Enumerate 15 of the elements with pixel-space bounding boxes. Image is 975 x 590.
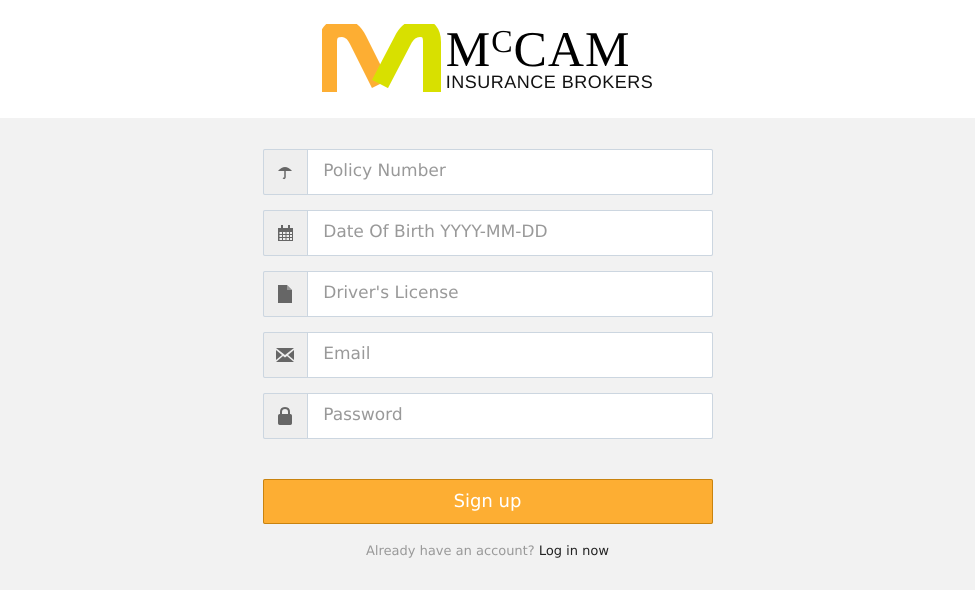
input-field[interactable]: Driver's License xyxy=(307,271,712,317)
login-link[interactable]: Log in now xyxy=(538,544,609,559)
calendar-icon xyxy=(276,224,294,242)
envelope-icon xyxy=(276,348,294,362)
input-field[interactable]: Date Of Birth YYYY-MM-DD xyxy=(307,210,712,256)
input-field[interactable]: Policy Number xyxy=(307,149,712,195)
logo-name: M$^{C}$CAM xyxy=(446,26,630,72)
lock-icon xyxy=(277,407,294,425)
input-field[interactable]: Password xyxy=(307,393,712,439)
account-prompt: Already have an account? xyxy=(366,544,535,559)
document-icon xyxy=(278,285,292,303)
logo-icon xyxy=(322,24,442,94)
logo-tagline: INSURANCE BROKERS xyxy=(446,72,654,92)
umbrella-icon xyxy=(277,164,294,180)
input-field[interactable]: Email xyxy=(307,332,712,378)
